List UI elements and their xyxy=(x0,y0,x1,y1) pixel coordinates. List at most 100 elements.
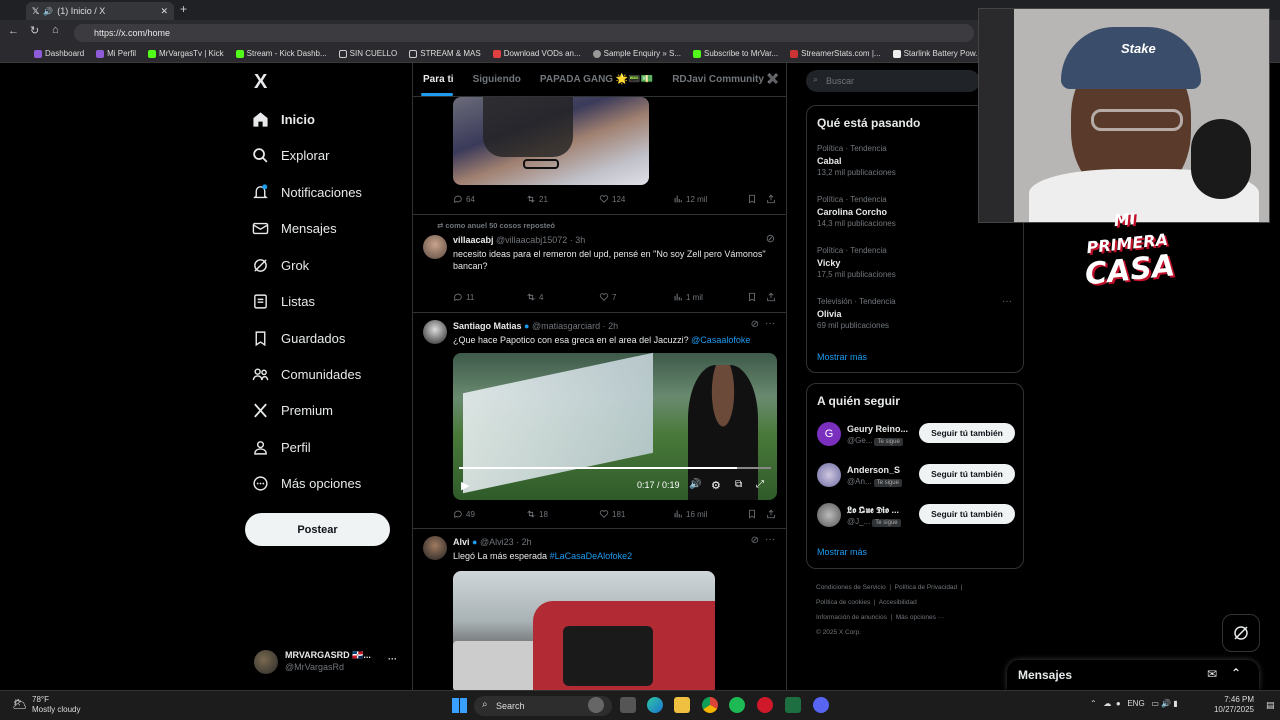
follow-suggestion[interactable]: Anderson_S @An... Te sigue Seguir tú tamb… xyxy=(817,463,1017,489)
nav-item-inicio[interactable]: Inicio xyxy=(252,104,315,134)
new-tab-icon[interactable]: + xyxy=(180,2,187,16)
expand-icon[interactable]: ⌃ xyxy=(1231,666,1241,680)
bookmark-item[interactable]: Mi Perfil xyxy=(92,49,140,58)
more-icon[interactable]: ··· xyxy=(765,318,775,329)
bookmark-folder[interactable]: SIN CUELLO xyxy=(335,49,402,58)
chevron-up-icon[interactable]: ⌃ xyxy=(1090,699,1097,708)
more-icon[interactable]: ··· xyxy=(1002,296,1012,307)
grok-button[interactable] xyxy=(1222,614,1260,652)
edge-icon[interactable] xyxy=(647,697,663,713)
show-more-link[interactable]: Mostrar más xyxy=(817,547,867,557)
follow-suggestion[interactable]: 𝕷𝖔 𝕼𝖚𝖊 𝕯𝖎𝖔 ... @J_... Te sigue Seguir tú … xyxy=(817,503,1017,529)
footer-link[interactable]: Condiciones de Servicio xyxy=(816,584,886,591)
avatar[interactable] xyxy=(423,320,447,344)
nav-item-mas-opciones[interactable]: Más opciones xyxy=(252,468,361,498)
weather-widget[interactable]: 78°F Mostly cloudy xyxy=(12,695,80,715)
bookmark-item[interactable]: Download VODs an... xyxy=(489,49,585,58)
clock[interactable]: 7:46 PM 10/27/2025 xyxy=(1208,695,1254,715)
bookmark-item[interactable]: MrVargasTv | Kick xyxy=(144,49,228,58)
post[interactable]: Santiago Matias ● @matiasgarciard · 2h ⊘… xyxy=(413,313,786,529)
views-button[interactable]: 16 mil xyxy=(673,509,707,519)
post-image[interactable] xyxy=(453,571,715,690)
nav-item-explorar[interactable]: Explorar xyxy=(252,140,329,170)
bookmark-item[interactable]: Dashboard xyxy=(30,49,88,58)
discord-icon[interactable] xyxy=(813,697,829,713)
post[interactable]: 64 21 124 12 mil xyxy=(413,97,786,215)
tab-para-ti[interactable]: Para ti xyxy=(413,63,463,96)
bookmark-button[interactable] xyxy=(747,194,757,204)
bookmark-item[interactable]: StreamerStats.com |... xyxy=(786,49,884,58)
recorder-icon[interactable] xyxy=(757,697,773,713)
search-input[interactable]: Buscar xyxy=(806,70,980,92)
views-button[interactable]: 12 mil xyxy=(673,194,707,204)
language-indicator[interactable]: ENG xyxy=(1127,699,1144,708)
repost-button[interactable]: 4 xyxy=(526,292,543,302)
start-icon[interactable] xyxy=(452,698,467,713)
grok-icon[interactable]: ⊘ xyxy=(751,535,759,546)
hashtag-link[interactable]: #LaCasaDeAlofoke2 xyxy=(550,551,633,561)
tray-app-icon[interactable]: ● xyxy=(1116,699,1121,708)
more-icon[interactable]: ··· xyxy=(765,534,775,545)
show-more-link[interactable]: Mostrar más xyxy=(817,352,867,362)
tab-close-icon[interactable]: ✕ xyxy=(160,6,168,17)
trend-item[interactable]: Televisión · Tendencia Olivia 69 mil publi… xyxy=(817,296,1012,332)
footer-link[interactable]: Política de Privacidad xyxy=(895,584,958,591)
footer-link[interactable]: Accesibilidad xyxy=(879,599,917,606)
footer-link[interactable]: Información de anuncios xyxy=(816,614,887,621)
volume-icon[interactable]: 🔊 xyxy=(689,479,701,490)
avatar[interactable] xyxy=(423,536,447,560)
task-view-icon[interactable] xyxy=(620,697,636,713)
speaker-icon[interactable]: 🔊 xyxy=(43,7,53,16)
bookmark-item[interactable]: Sample Enquiry » S... xyxy=(589,49,685,58)
bookmark-button[interactable] xyxy=(747,292,757,302)
reply-button[interactable]: 11 xyxy=(453,292,474,302)
repost-button[interactable]: 18 xyxy=(526,509,548,519)
tab-siguiendo[interactable]: Siguiendo xyxy=(463,63,530,96)
nav-item-listas[interactable]: Listas xyxy=(252,286,315,316)
display-icon[interactable]: ▭ xyxy=(1151,699,1159,708)
bookmark-folder[interactable]: STREAM & MAS xyxy=(405,49,484,58)
post-author[interactable]: Alvi ● @Alvi23 · 2h xyxy=(453,537,532,547)
repost-button[interactable]: 21 xyxy=(526,194,548,204)
tab-papada-gang[interactable]: PAPADA GANG 🌟📟💵 xyxy=(530,63,662,96)
share-button[interactable] xyxy=(766,194,776,204)
folder-icon[interactable] xyxy=(674,697,690,713)
spotify-icon[interactable] xyxy=(729,697,745,713)
grok-icon[interactable]: ⊘ xyxy=(751,319,759,330)
nav-item-perfil[interactable]: Perfil xyxy=(252,432,311,462)
new-message-icon[interactable]: ✉ xyxy=(1207,667,1217,681)
tab-rdjavi-community[interactable]: RDJavi Community ✖️ xyxy=(662,63,786,96)
home-browser-icon[interactable]: ⌂ xyxy=(52,24,59,36)
notification-icon[interactable]: ▤ xyxy=(1266,700,1275,711)
post-button[interactable]: Postear xyxy=(245,513,390,546)
share-button[interactable] xyxy=(766,509,776,519)
x-logo[interactable]: X xyxy=(254,71,267,94)
chrome-icon[interactable] xyxy=(702,697,718,713)
nav-item-premium[interactable]: Premium xyxy=(252,395,333,425)
app-icon[interactable] xyxy=(588,697,604,713)
bookmark-button[interactable] xyxy=(747,509,757,519)
bookmark-item[interactable]: Stream - Kick Dashb... xyxy=(232,49,331,58)
browser-tab[interactable]: 𝕏 🔊 (1) Inicio / X ✕ xyxy=(26,2,174,20)
settings-icon[interactable]: ⚙ xyxy=(711,479,721,492)
post-video[interactable]: ▶ 0:17 / 0:19 🔊 ⚙ ⧉ ⤢ xyxy=(453,353,777,500)
nav-item-grok[interactable]: Grok xyxy=(252,250,309,280)
post[interactable]: ⇄ como anuel 50 cosos reposteó villaacab… xyxy=(413,215,786,313)
share-button[interactable] xyxy=(766,292,776,302)
system-tray[interactable]: ⌃ ☁ ● ENG ▭ 🔊 ▮ xyxy=(1090,699,1178,708)
grok-icon[interactable]: ⊘ xyxy=(766,232,775,245)
battery-icon[interactable]: ▮ xyxy=(1173,699,1177,708)
more-icon[interactable]: ··· xyxy=(388,654,397,664)
reply-button[interactable]: 64 xyxy=(453,194,475,204)
like-button[interactable]: 7 xyxy=(599,292,616,302)
fullscreen-icon[interactable]: ⤢ xyxy=(756,479,764,490)
post-author[interactable]: villaacabj @villaacabj15072 · 3h xyxy=(453,235,585,245)
footer-link[interactable]: Más opciones ··· xyxy=(896,614,944,621)
play-icon[interactable]: ▶ xyxy=(461,479,469,492)
trend-item[interactable]: Política · Tendencia Vicky 17,5 mil public… xyxy=(817,245,1012,281)
views-button[interactable]: 1 mil xyxy=(673,292,703,302)
bookmark-item[interactable]: Starlink Battery Pow... xyxy=(889,49,986,58)
volume-icon[interactable]: 🔊 xyxy=(1161,699,1171,708)
messages-drawer[interactable]: Mensajes ✉ ⌃ xyxy=(1007,660,1259,690)
pip-icon[interactable]: ⧉ xyxy=(735,479,742,490)
